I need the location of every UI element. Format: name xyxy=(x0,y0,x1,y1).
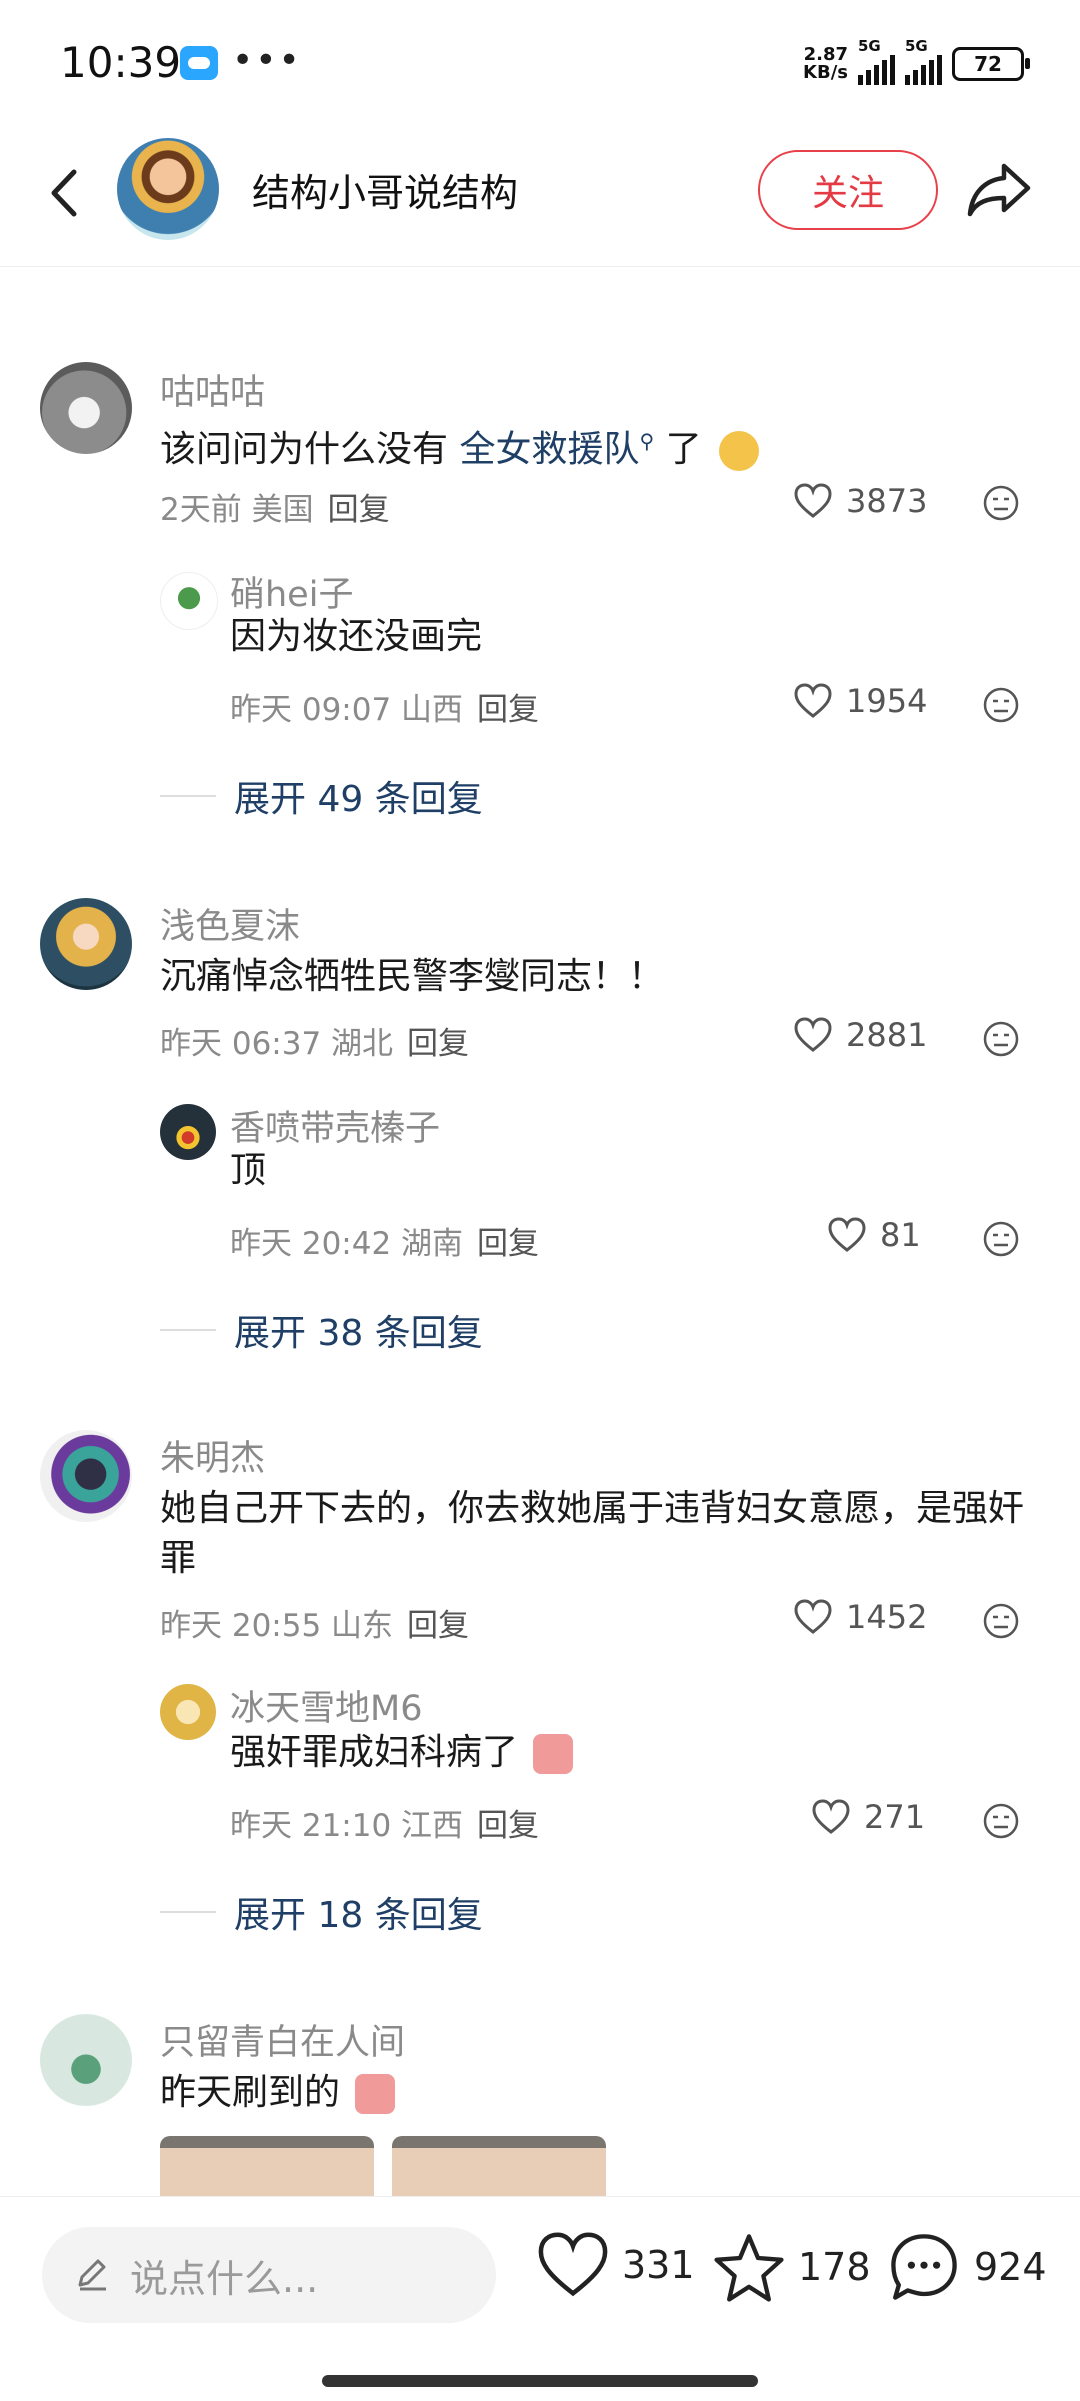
reply-text: 顶 xyxy=(230,1150,267,1191)
user-avatar[interactable] xyxy=(40,898,132,990)
comment-image[interactable] xyxy=(392,2136,606,2196)
more-notifications-icon: ••• xyxy=(232,40,302,81)
comment-feed[interactable]: 咕咕咕 该问问为什么没有 全女救援队⚲ 了 2天前 美国 回复 3873 硝hei… xyxy=(0,266,1080,2196)
user-avatar[interactable] xyxy=(40,362,132,454)
reply-text: 因为妆还没画完 xyxy=(230,616,483,657)
comment-action[interactable]: 924 xyxy=(886,2231,1047,2303)
user-avatar[interactable] xyxy=(40,2014,132,2106)
crying-emoji-icon xyxy=(533,1734,574,1774)
status-right: 2.87 KB/s 5G 5G 72 xyxy=(803,37,1030,85)
reply-username[interactable]: 硝hei子 xyxy=(230,566,353,617)
heart-icon xyxy=(794,1017,832,1052)
author-name[interactable]: 结构小哥说结构 xyxy=(252,162,518,217)
author-avatar[interactable] xyxy=(117,138,219,240)
comment-meta: 昨天 06:37 湖北 回复 xyxy=(160,1026,470,1062)
reply-button[interactable]: 回复 xyxy=(477,692,539,728)
comment-username[interactable]: 咕咕咕 xyxy=(160,364,265,415)
comment-username[interactable]: 浅色夏沫 xyxy=(160,898,300,949)
heart-icon xyxy=(538,2232,608,2297)
comment-meta: 昨天 20:55 山东 回复 xyxy=(160,1608,470,1644)
comment-username[interactable]: 朱明杰 xyxy=(160,1430,265,1481)
search-small-icon: ⚲ xyxy=(639,429,655,453)
home-indicator[interactable] xyxy=(322,2375,758,2387)
heart-icon xyxy=(828,1217,866,1252)
expand-replies[interactable]: 展开 38 条回复 xyxy=(160,1304,483,1356)
network-speed: 2.87 KB/s xyxy=(803,44,848,83)
comment-placeholder: 说点什么... xyxy=(130,2256,319,2301)
reply-text: 强奸罪成妇科病了 xyxy=(230,1728,574,1778)
dislike-face-icon[interactable] xyxy=(982,1602,1020,1640)
comment-username[interactable]: 只留青白在人间 xyxy=(160,2014,405,2065)
emoji-icon xyxy=(719,431,760,471)
comment-text: 沉痛悼念牺牲民警李燮同志！！ xyxy=(160,956,665,997)
like-button[interactable]: 1452 xyxy=(794,1598,927,1636)
comment-text: 昨天刷到的 xyxy=(160,2068,396,2118)
reply-meta: 昨天 09:07 山西 回复 xyxy=(230,692,540,728)
heart-icon xyxy=(794,683,832,718)
header: 结构小哥说结构 关注 xyxy=(0,130,1080,267)
like-button[interactable]: 1954 xyxy=(794,682,927,720)
dislike-face-icon[interactable] xyxy=(982,484,1020,522)
like-button[interactable]: 81 xyxy=(828,1216,921,1254)
reply-username[interactable]: 冰天雪地M6 xyxy=(230,1680,422,1731)
reply-username[interactable]: 香喷带壳榛子 xyxy=(230,1100,440,1151)
like-button[interactable]: 271 xyxy=(812,1798,925,1836)
heart-icon xyxy=(812,1799,850,1834)
like-action[interactable]: 331 xyxy=(536,2231,695,2299)
signal-icon: 5G xyxy=(858,37,895,85)
reply-button[interactable]: 回复 xyxy=(407,1026,469,1062)
reply-button[interactable]: 回复 xyxy=(328,492,390,528)
comment-meta: 2天前 美国 回复 xyxy=(160,492,390,528)
heart-icon xyxy=(794,1599,832,1634)
comment-text: 她自己开下去的，你去救她属于违背妇女意愿，是强奸罪 xyxy=(160,1488,1025,1579)
reply-button[interactable]: 回复 xyxy=(407,1608,469,1644)
status-time: 10:39 xyxy=(60,38,182,87)
reply-meta: 昨天 21:10 江西 回复 xyxy=(230,1808,540,1844)
crying-emoji-icon xyxy=(355,2074,396,2114)
cloud-icon xyxy=(180,46,218,80)
heart-icon xyxy=(794,483,832,518)
like-button[interactable]: 3873 xyxy=(794,482,927,520)
expand-replies[interactable]: 展开 49 条回复 xyxy=(160,770,483,822)
reply-avatar[interactable] xyxy=(160,572,218,630)
reply-meta: 昨天 20:42 湖南 回复 xyxy=(230,1226,540,1262)
dislike-face-icon[interactable] xyxy=(982,686,1020,724)
comment-image[interactable] xyxy=(160,2136,374,2196)
comment-bubble-icon xyxy=(891,2234,957,2300)
like-button[interactable]: 2881 xyxy=(794,1016,927,1054)
favorite-action[interactable]: 178 xyxy=(712,2231,871,2303)
bottom-bar: 说点什么... 331 178 924 xyxy=(0,2196,1080,2401)
back-arrow-icon[interactable] xyxy=(36,160,96,226)
status-bar: 10:39 ••• 2.87 KB/s 5G 5G 72 xyxy=(0,0,1080,130)
reply-avatar[interactable] xyxy=(160,1104,216,1160)
star-icon xyxy=(714,2234,784,2302)
follow-button[interactable]: 关注 xyxy=(758,150,938,230)
search-link[interactable]: 全女救援队 xyxy=(459,429,639,470)
dislike-face-icon[interactable] xyxy=(982,1220,1020,1258)
comment-input[interactable]: 说点什么... xyxy=(42,2227,496,2323)
share-icon[interactable] xyxy=(964,156,1034,222)
expand-replies[interactable]: 展开 18 条回复 xyxy=(160,1886,483,1938)
dislike-face-icon[interactable] xyxy=(982,1020,1020,1058)
reply-avatar[interactable] xyxy=(160,1684,216,1740)
battery-icon: 72 xyxy=(952,47,1030,81)
pen-icon xyxy=(78,2259,106,2291)
dislike-face-icon[interactable] xyxy=(982,1802,1020,1840)
reply-button[interactable]: 回复 xyxy=(477,1226,539,1262)
signal-icon-2: 5G xyxy=(905,37,942,85)
user-avatar[interactable] xyxy=(40,1430,132,1522)
comment-text: 该问问为什么没有 全女救援队⚲ 了 xyxy=(160,416,760,475)
reply-button[interactable]: 回复 xyxy=(477,1808,539,1844)
